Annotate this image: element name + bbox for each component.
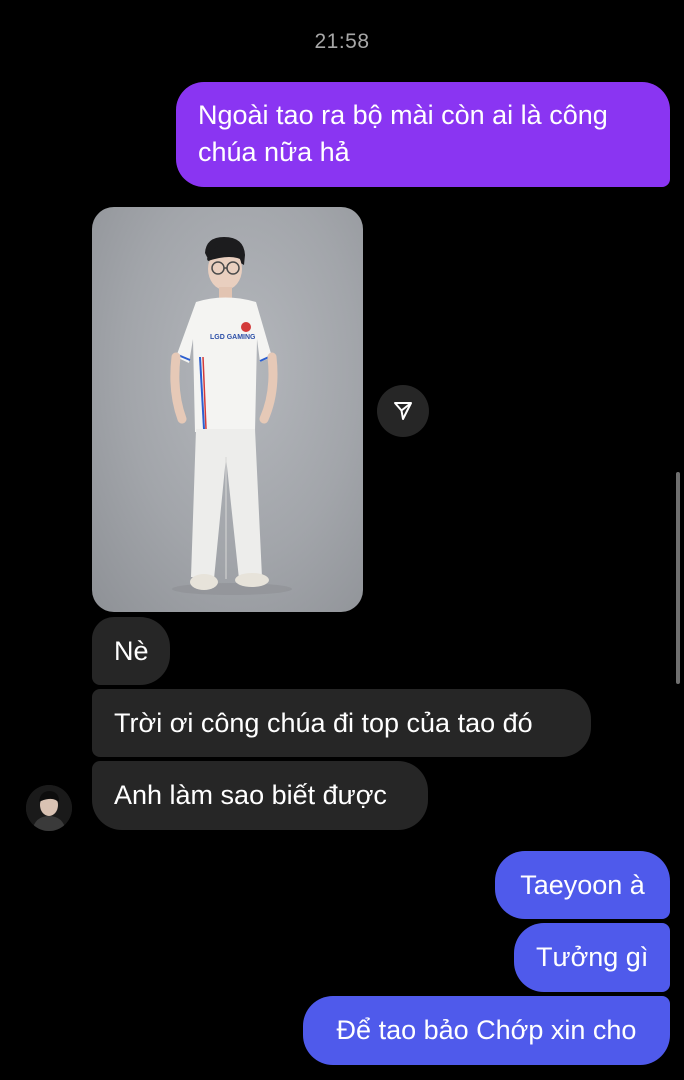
- message-text: Tưởng gì: [536, 942, 649, 972]
- incoming-message-bubble[interactable]: Anh làm sao biết được: [92, 761, 428, 830]
- message-text: Taeyoon à: [520, 870, 645, 900]
- scrollbar[interactable]: [676, 472, 680, 684]
- outgoing-message-bubble[interactable]: Taeyoon à: [495, 851, 670, 919]
- share-button[interactable]: [377, 385, 429, 437]
- shirt-logo-text: LGD GAMING: [210, 334, 256, 341]
- shared-photo[interactable]: LGD GAMING: [92, 207, 363, 612]
- avatar-image: [26, 785, 72, 831]
- message-text: Ngoài tao ra bộ mài còn ai là công chúa …: [198, 100, 608, 167]
- message-text: Để tao bảo Chớp xin cho: [336, 1015, 637, 1045]
- photo-figure: LGD GAMING: [170, 237, 292, 595]
- message-text: Nè: [114, 636, 149, 666]
- message-text: Anh làm sao biết được: [114, 780, 387, 810]
- message-timestamp: 21:58: [314, 30, 370, 53]
- outgoing-message-bubble[interactable]: Ngoài tao ra bộ mài còn ai là công chúa …: [176, 82, 670, 187]
- share-icon: [394, 402, 412, 420]
- incoming-message-bubble[interactable]: Trời ơi công chúa đi top của tao đó: [92, 689, 591, 757]
- message-text: Trời ơi công chúa đi top của tao đó: [114, 708, 533, 738]
- outgoing-message-bubble[interactable]: Tưởng gì: [514, 923, 670, 992]
- outgoing-message-bubble[interactable]: Để tao bảo Chớp xin cho: [303, 996, 670, 1065]
- incoming-message-bubble[interactable]: Nè: [92, 617, 170, 685]
- avatar[interactable]: [26, 785, 72, 831]
